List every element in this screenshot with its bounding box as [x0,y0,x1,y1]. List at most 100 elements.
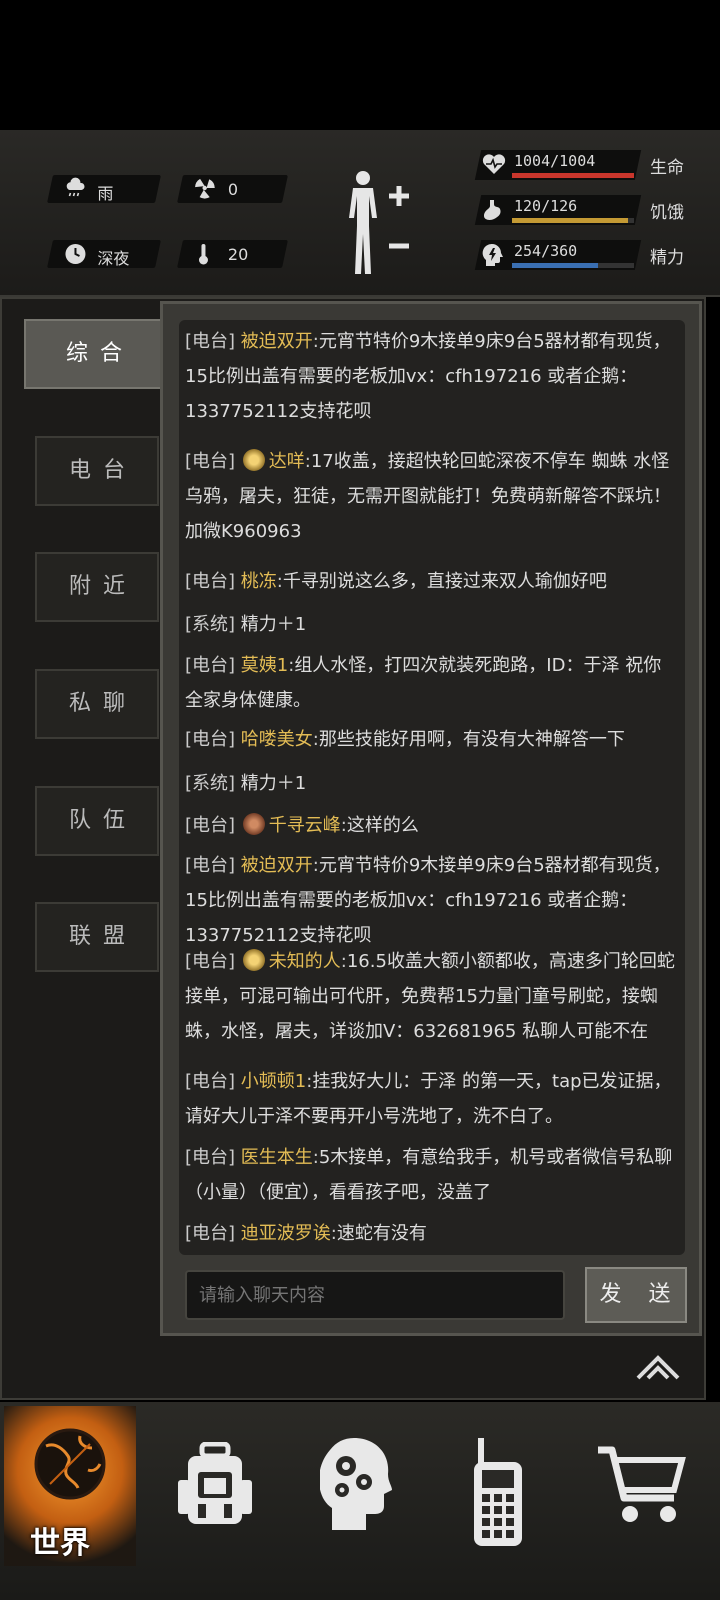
energy-bar: 254/360 精力 [474,240,698,272]
message-sender[interactable]: 医生本生 [241,1147,313,1168]
nav-shop-button[interactable] [594,1402,694,1600]
chat-message: [系统] 精力＋1 [185,766,679,801]
message-sender[interactable]: 被迫双开 [241,855,313,876]
player-badge-icon [242,449,265,471]
message-channel: [电台] [185,729,236,750]
chat-message: [电台] 被迫双开:元宵节特价9木接单9床9台5器材都有现货，15比例出盖有需要… [185,848,679,953]
message-channel: [电台] [185,855,236,876]
message-text: 精力＋1 [240,614,307,635]
tab-alliance[interactable]: 联盟 [35,902,159,972]
message-channel: [电台] [185,951,236,972]
message-sender[interactable]: 小顿顿1 [241,1071,306,1092]
message-text: 速蛇有没有 [336,1223,427,1244]
energy-value: 254/360 [514,242,578,260]
tab-nearby[interactable]: 附近 [35,552,159,622]
walkie-talkie-icon [474,1438,522,1546]
chat-message: [电台] 桃冻:千寻别说这么多，直接过来双人瑜伽好吧 [185,564,679,599]
hunger-fill [512,218,629,223]
message-sender[interactable]: 莫姨1 [241,655,288,676]
radiation-indicator: 0 [177,175,288,203]
tab-radio[interactable]: 电台 [35,436,159,506]
chat-message: [电台] 莫姨1:组人水怪，打四次就装死跑路，ID：于泽 祝你全家身体健康。 [185,648,679,718]
message-sender[interactable]: 达咩 [269,451,305,472]
shopping-cart-icon [598,1446,686,1522]
temperature-value: 20 [227,245,249,264]
chat-window: 综合 电台 附近 私聊 队伍 联盟 [电台] 被迫双开:元宵节特价9木接单9床9… [0,297,706,1400]
chat-message: [电台] 未知的人:16.5收盖大额小额都收，高速多门轮回蛇接单，可混可输出可代… [185,944,679,1049]
hunger-label: 饥饿 [650,203,684,223]
chat-message: [电台] 小顿顿1:挂我好大儿：于泽 的第一天，tap已发证据，请好大儿于泽不要… [185,1064,679,1134]
status-panel: 雨 0 深夜 20 1004/1004 生命 120/126 饥饿 254/36… [0,130,720,297]
message-channel: [电台] [185,1223,236,1244]
chat-message: [电台] 哈喽美女:那些技能好用啊，有没有大神解答一下 [185,722,679,757]
message-channel: [系统] [185,773,236,794]
message-channel: [系统] [185,614,236,635]
chat-message: [电台] 达咩:17收盖，接超快轮回蛇深夜不停车 蜘蛛 水怪乌鸦，屠夫，狂徒，无… [185,444,679,549]
message-text: 千寻别说这么多，直接过来双人瑜伽好吧 [282,571,607,592]
message-sender[interactable]: 哈喽美女 [241,729,313,750]
message-text: 精力＋1 [240,773,307,794]
message-channel: [电台] [185,655,236,676]
send-button[interactable]: 发 送 [585,1267,687,1323]
nav-radio-button[interactable] [462,1402,542,1600]
thermometer-icon [193,242,213,271]
health-label: 生命 [650,158,684,178]
rain-cloud-icon [63,177,87,206]
bottom-nav: 世界 [0,1402,720,1600]
weather-label: 雨 [97,184,114,203]
clock-icon [63,242,87,271]
head-lightning-icon [482,243,504,272]
message-text: 这样的么 [346,815,419,836]
chat-message: [电台] 被迫双开:元宵节特价9木接单9床9台5器材都有现货，15比例出盖有需要… [185,324,679,429]
heart-rate-icon [482,153,506,180]
tab-private[interactable]: 私聊 [35,669,159,739]
message-channel: [电台] [185,571,236,592]
message-sender[interactable]: 被迫双开 [241,331,313,352]
message-channel: [电台] [185,815,236,836]
double-chevron-up-icon [636,1355,680,1380]
energy-fill [512,263,599,268]
player-badge-icon [242,813,265,835]
radiation-value: 0 [227,180,239,199]
message-channel: [电台] [185,451,236,472]
collapse-up-button[interactable] [634,1352,682,1382]
chat-message: [系统] 精力＋1 [185,607,679,642]
nav-skills-button[interactable] [316,1402,406,1600]
chat-message: [电台] 迪亚波罗诶:速蛇有没有 [185,1216,679,1251]
chat-panel: [电台] 被迫双开:元宵节特价9木接单9床9台5器材都有现货，15比例出盖有需要… [160,301,702,1336]
time-label: 深夜 [97,249,130,268]
message-channel: [电台] [185,1071,236,1092]
character-body-button[interactable] [345,168,425,278]
message-sender[interactable]: 千寻云峰 [269,815,341,836]
nav-world-button[interactable]: 世界 [4,1406,136,1566]
message-sender[interactable]: 迪亚波罗诶 [241,1223,331,1244]
hunger-value: 120/126 [514,197,578,215]
message-sender[interactable]: 未知的人 [269,951,341,972]
message-channel: [电台] [185,1147,236,1168]
brain-gears-icon [320,1438,392,1530]
tab-general[interactable]: 综合 [24,319,164,389]
stomach-icon [482,198,504,227]
message-channel: [电台] [185,331,236,352]
chat-message: [电台] 千寻云峰:这样的么 [185,808,679,843]
energy-label: 精力 [650,248,684,268]
hunger-bar: 120/126 饥饿 [474,195,698,227]
message-sender[interactable]: 桃冻 [241,571,277,592]
temperature-indicator: 20 [177,240,288,268]
chat-message: [电台] 医生本生:5木接单，有意给我手，机号或者微信号私聊（小量）（便宜），看… [185,1140,679,1210]
tab-team[interactable]: 队伍 [35,786,159,856]
weather-indicator: 雨 [47,175,161,203]
health-value: 1004/1004 [514,152,596,170]
body-silhouette-icon [349,171,409,274]
message-list[interactable]: [电台] 被迫双开:元宵节特价9木接单9床9台5器材都有现货，15比例出盖有需要… [179,320,685,1255]
health-fill [512,173,634,178]
player-badge-icon [242,949,265,971]
message-text: 那些技能好用啊，有没有大神解答一下 [318,729,625,750]
health-bar: 1004/1004 生命 [474,150,698,180]
chat-input[interactable] [185,1270,565,1320]
nav-backpack-button[interactable] [172,1402,262,1600]
radiation-icon [194,177,216,204]
backpack-icon [178,1442,252,1524]
time-indicator: 深夜 [47,240,161,268]
nav-world-label: 世界 [30,1526,90,1561]
